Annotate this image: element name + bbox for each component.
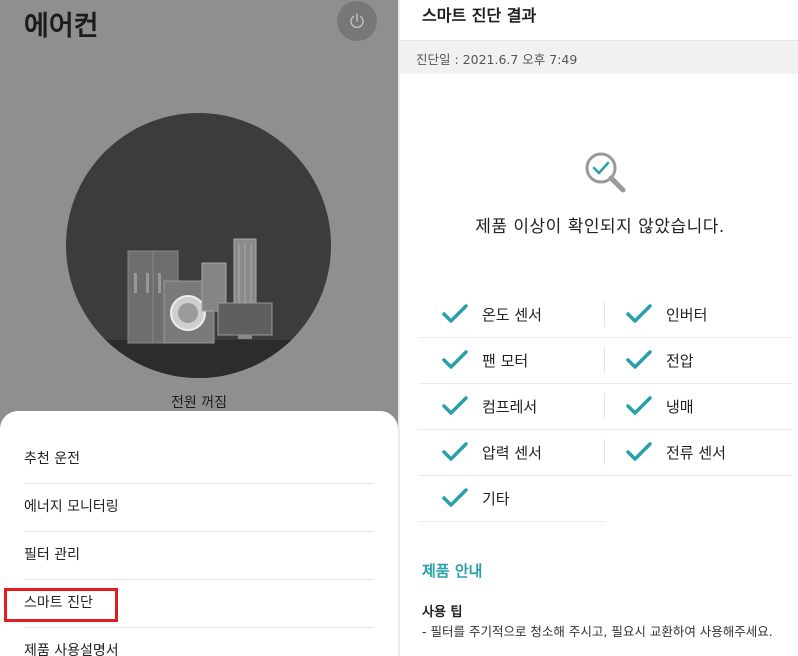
diagnosis-date: 진단일 : 2021.6.7 오후 7:49 [416,52,578,67]
check-item: 기타 [442,475,510,521]
check-label: 기타 [482,489,510,508]
tip-title: 사용 팁 [422,605,463,620]
check-item: 컴프레서 [442,383,537,429]
check-item: 온도 센서 [442,291,542,337]
menu-item-filter[interactable]: 필터 관리 [24,531,374,580]
check-item: 압력 센서 [442,429,542,475]
check-row: 온도 센서 인버터 [418,291,792,338]
page-title: 에어컨 [24,11,99,42]
checkmark-icon [442,396,468,415]
date-bar: 진단일 : 2021.6.7 오후 7:49 [400,40,798,74]
check-label: 냉매 [666,397,694,416]
section-title: 제품 안내 [422,562,483,580]
highlight-box [4,588,118,622]
menu-item-recommended[interactable]: 추천 운전 [24,435,374,484]
checkmark-icon [626,396,652,415]
checkmark-icon [626,350,652,369]
checkmark-icon [442,350,468,369]
check-label: 팬 모터 [482,351,529,370]
left-panel: 에어컨 전원 꺼짐 추천 운전 에너지 모니터링 필터 관리 스마트 진단 제품… [0,0,398,656]
check-row: 컴프레서 냉매 [418,383,792,430]
power-button[interactable] [337,1,377,41]
check-item: 전류 센서 [626,429,726,475]
check-item: 전압 [626,337,694,383]
result-header: 스마트 진단 결과 [422,6,537,25]
right-panel: 스마트 진단 결과 진단일 : 2021.6.7 오후 7:49 제품 이상이 … [398,0,798,656]
tip-text: - 필터를 주기적으로 청소해 주시고, 필요시 교환하여 사용해주세요. [422,624,773,639]
check-label: 압력 센서 [482,443,542,462]
power-icon [350,13,364,29]
result-message: 제품 이상이 확인되지 않았습니다. [475,217,725,237]
checkmark-icon [442,304,468,323]
checkmark-icon [442,442,468,461]
checkmark-icon [626,304,652,323]
menu-item-manual[interactable]: 제품 사용설명서 [24,627,374,656]
check-row: 기타 [418,475,606,522]
power-status: 전원 꺼짐 [171,395,227,411]
check-item: 인버터 [626,291,707,337]
appliance-illustration [66,113,331,378]
check-item: 팬 모터 [442,337,528,383]
checkmark-icon [626,442,652,461]
menu-item-energy[interactable]: 에너지 모니터링 [24,483,374,532]
check-row: 팬 모터 전압 [418,337,792,384]
check-row: 압력 센서 전류 센서 [418,429,792,476]
check-label: 컴프레서 [482,397,538,416]
checkmark-icon [442,488,468,507]
magnifier-check-icon [585,152,626,193]
check-label: 인버터 [666,305,708,324]
check-label: 전압 [666,351,694,370]
check-item: 냉매 [626,383,694,429]
check-label: 전류 센서 [666,443,726,462]
check-label: 온도 센서 [482,305,542,324]
